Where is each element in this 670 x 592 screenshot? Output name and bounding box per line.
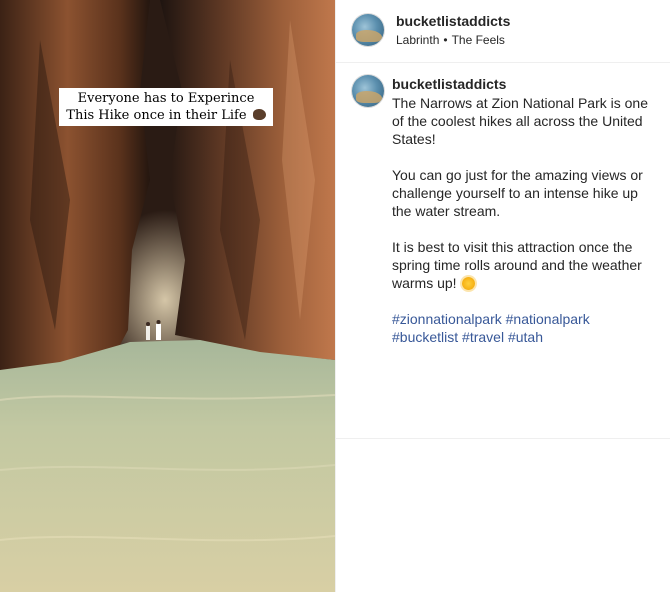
post-side-panel: bucketlistaddicts Labrinth • The Feels buc… — [335, 0, 670, 592]
caption-author-avatar[interactable] — [352, 75, 384, 107]
post-header: bucketlistaddicts Labrinth • The Feels — [336, 0, 670, 63]
overlay-line-2: This Hike once in their Life — [59, 107, 273, 124]
caption-text: The Narrows at Zion National Park is one… — [392, 94, 652, 364]
hashtag-list: #zionnationalpark #nationalpark #bucketl… — [392, 310, 652, 346]
comments-scrollbar[interactable] — [662, 63, 670, 439]
caption-paragraph-1: The Narrows at Zion National Park is one… — [392, 95, 648, 147]
caption-paragraph-3: It is best to visit this attraction once… — [392, 238, 652, 292]
caption-username[interactable]: bucketlistaddicts — [392, 76, 506, 92]
author-avatar[interactable] — [352, 14, 384, 46]
panel-divider — [336, 438, 670, 439]
media-text-overlay: Everyone has to Experince This Hike once… — [59, 88, 273, 126]
audio-attribution[interactable]: Labrinth • The Feels — [396, 33, 505, 47]
hashtag-link[interactable]: #travel — [462, 329, 504, 345]
audio-track[interactable]: The Feels — [452, 33, 505, 47]
sun-emoji-icon — [462, 277, 476, 290]
caption-comment: bucketlistaddicts The Narrows at Zion Na… — [336, 63, 670, 439]
instagram-post: Everyone has to Experince This Hike once… — [0, 0, 670, 592]
audio-artist[interactable]: Labrinth — [396, 33, 439, 47]
hashtag-link[interactable]: #bucketlist — [392, 329, 458, 345]
hashtag-link[interactable]: #nationalpark — [506, 311, 590, 327]
author-username[interactable]: bucketlistaddicts — [396, 13, 510, 29]
audio-separator: • — [443, 33, 448, 47]
post-media[interactable]: Everyone has to Experince This Hike once… — [0, 0, 335, 592]
caption-paragraph-2: You can go just for the amazing views or… — [392, 167, 643, 219]
hashtag-link[interactable]: #utah — [508, 329, 543, 345]
hashtag-link[interactable]: #zionnationalpark — [392, 311, 502, 327]
overlay-line-1: Everyone has to Experince — [77, 91, 255, 106]
rock-emoji-icon — [252, 109, 266, 120]
overlay-line-2-text: This Hike once in their Life — [66, 108, 247, 123]
caption-paragraph-3-text: It is best to visit this attraction once… — [392, 239, 642, 291]
